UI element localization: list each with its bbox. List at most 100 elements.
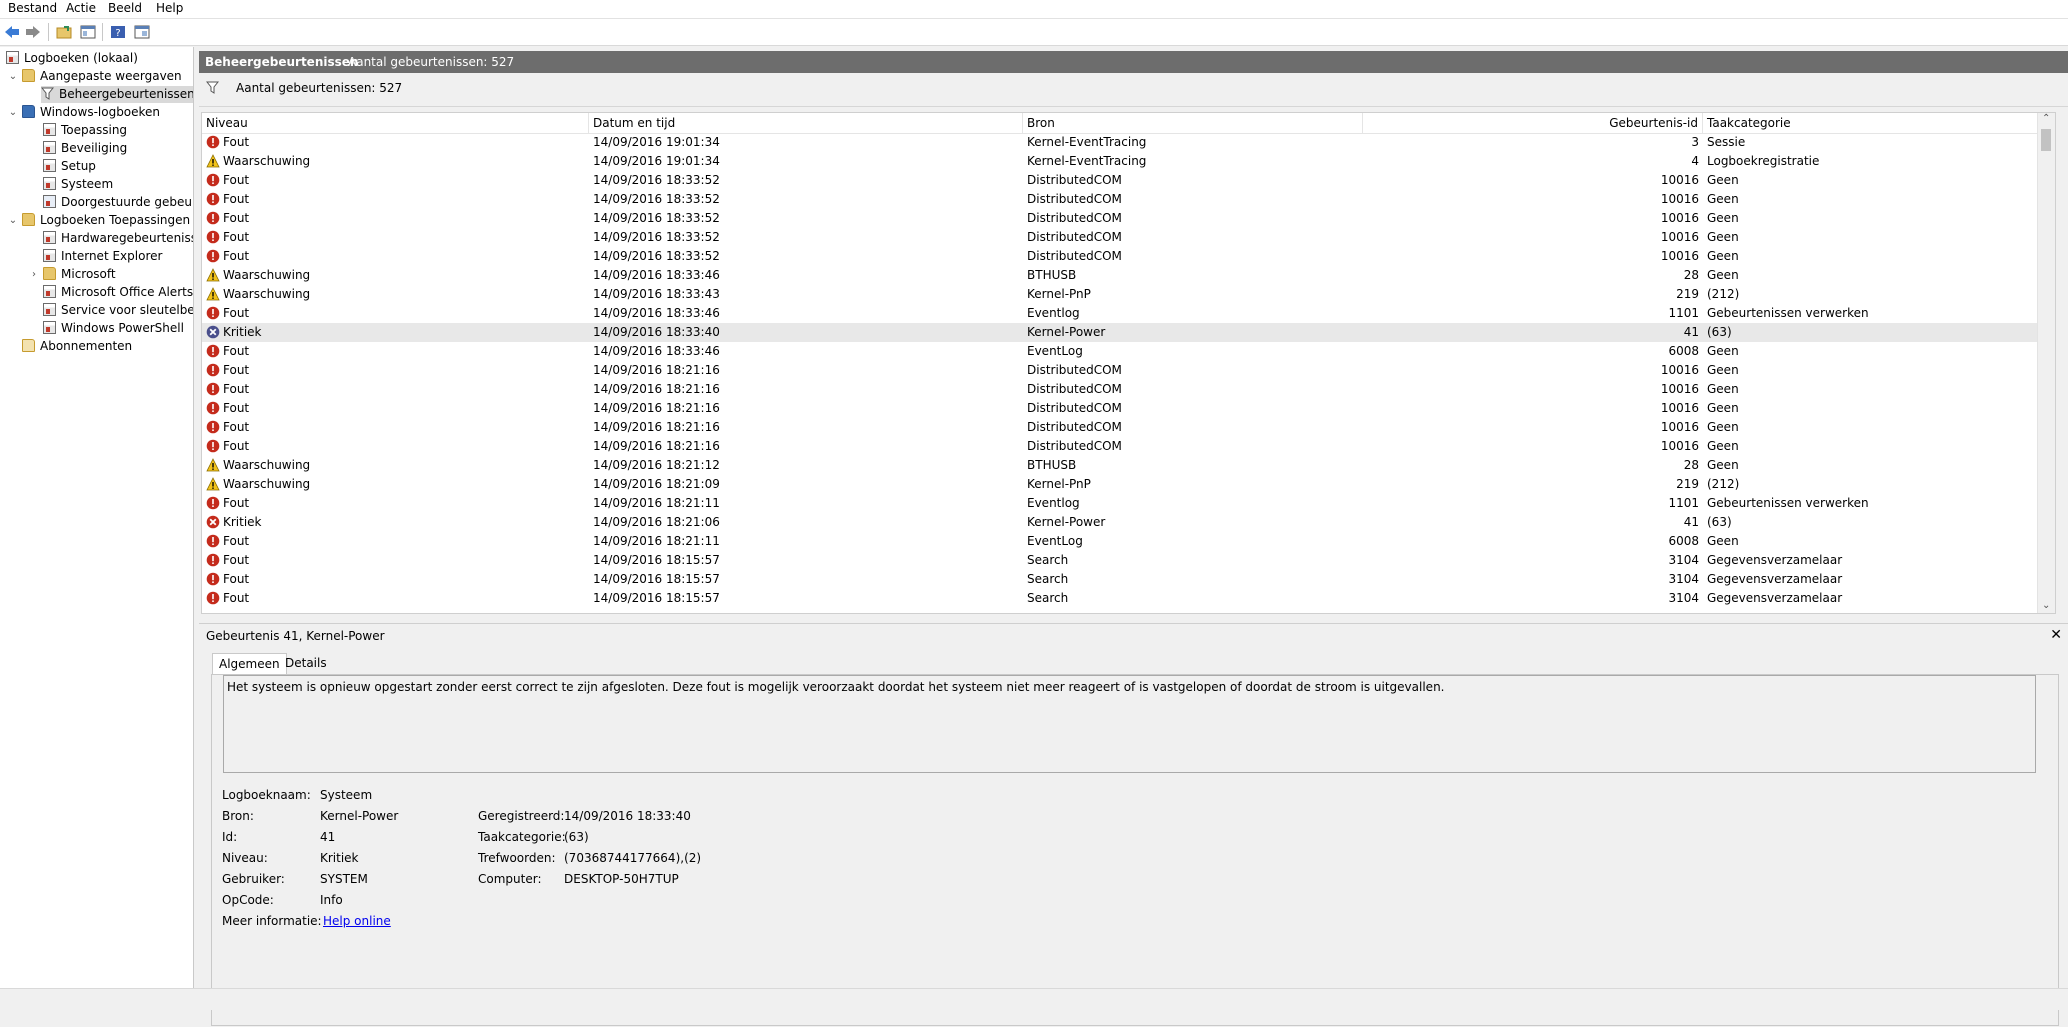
console-view-icon[interactable] bbox=[132, 22, 152, 42]
forward-arrow-icon[interactable] bbox=[23, 22, 43, 42]
tree-item-internet-explorer[interactable]: Internet Explorer bbox=[43, 248, 162, 265]
cell-datetime: 14/09/2016 18:33:43 bbox=[593, 287, 720, 301]
table-row[interactable]: Fout 14/09/2016 18:33:52 DistributedCOM 100… bbox=[202, 209, 2055, 228]
close-icon[interactable]: ✕ bbox=[2050, 627, 2062, 643]
tree-label: Hardwaregebeurtenissen bbox=[61, 231, 193, 245]
tree-item-apps-services[interactable]: ⌄ Logboeken Toepassingen en services bbox=[9, 212, 193, 229]
chevron-down-icon[interactable]: ⌄ bbox=[6, 104, 20, 121]
tree-item-application[interactable]: Toepassing bbox=[43, 122, 127, 139]
table-row[interactable]: Fout 14/09/2016 18:15:57 Search 3104 Gegeven… bbox=[202, 551, 2055, 570]
table-row[interactable]: Waarschuwing 14/09/2016 18:21:09 Kernel-Pn… bbox=[202, 475, 2055, 494]
tree-item-custom-views[interactable]: ⌄ Aangepaste weergaven bbox=[9, 68, 182, 85]
col-header-level[interactable]: Niveau bbox=[202, 113, 589, 133]
col-header-task-category[interactable]: Taakcategorie bbox=[1703, 113, 2038, 133]
scroll-down-icon[interactable]: ⌄ bbox=[2042, 600, 2050, 611]
main-panel: Beheergebeurtenissen Aantal gebeurteniss… bbox=[199, 47, 2068, 1027]
cell-task-category: (212) bbox=[1707, 287, 1740, 301]
cell-event-id: 6008 bbox=[1668, 534, 1699, 548]
scroll-thumb[interactable] bbox=[2041, 129, 2051, 151]
tree-item-security[interactable]: Beveiliging bbox=[43, 140, 127, 157]
cell-datetime: 14/09/2016 18:21:16 bbox=[593, 382, 720, 396]
tree-item-microsoft[interactable]: › Microsoft bbox=[32, 266, 116, 283]
tree-item-hardware[interactable]: Hardwaregebeurtenissen bbox=[43, 230, 193, 247]
table-row[interactable]: Fout 14/09/2016 18:15:57 Search 3104 Gegeven… bbox=[202, 589, 2055, 608]
cell-event-id: 1101 bbox=[1668, 496, 1699, 510]
table-row[interactable]: Fout 14/09/2016 18:21:16 DistributedCOM 100… bbox=[202, 361, 2055, 380]
table-row[interactable]: Waarschuwing 14/09/2016 18:21:12 BTHUSB 28 G… bbox=[202, 456, 2055, 475]
cell-task-category: Geen bbox=[1707, 344, 1739, 358]
table-row[interactable]: Fout 14/09/2016 18:33:52 DistributedCOM 100… bbox=[202, 171, 2055, 190]
table-row[interactable]: Waarschuwing 14/09/2016 19:01:34 Kernel-Ev… bbox=[202, 152, 2055, 171]
back-arrow-icon[interactable] bbox=[2, 22, 22, 42]
table-row[interactable]: Waarschuwing 14/09/2016 18:33:43 Kernel-Pn… bbox=[202, 285, 2055, 304]
chevron-down-icon[interactable]: ⌄ bbox=[6, 212, 20, 229]
cell-level: Waarschuwing bbox=[206, 285, 586, 304]
critical-icon bbox=[206, 325, 220, 339]
menu-help[interactable]: Help bbox=[155, 0, 184, 18]
table-row[interactable]: Fout 14/09/2016 18:33:46 EventLog 6008 Geen bbox=[202, 342, 2055, 361]
table-row[interactable]: Fout 14/09/2016 18:21:16 DistributedCOM 100… bbox=[202, 437, 2055, 456]
menu-bestand[interactable]: Bestand bbox=[7, 0, 58, 18]
table-row[interactable]: Fout 14/09/2016 18:21:11 Eventlog 1101 Gebeu… bbox=[202, 494, 2055, 513]
cell-source: EventLog bbox=[1027, 344, 1083, 358]
cell-level: Fout bbox=[206, 133, 586, 152]
table-row[interactable]: Kritiek 14/09/2016 18:21:06 Kernel-Power 41… bbox=[202, 513, 2055, 532]
tree-item-subscriptions[interactable]: Abonnementen bbox=[22, 338, 132, 355]
table-row[interactable]: Fout 14/09/2016 18:15:57 Search 3104 Gegeven… bbox=[202, 570, 2055, 589]
general-tab-panel: Het systeem is opnieuw opgestart zonder … bbox=[211, 674, 2059, 1026]
cell-level: Fout bbox=[206, 190, 586, 209]
folder-icon bbox=[22, 105, 35, 118]
cell-task-category: (212) bbox=[1707, 477, 1740, 491]
table-row[interactable]: Fout 14/09/2016 18:33:52 DistributedCOM 100… bbox=[202, 247, 2055, 266]
tree-item-admin-events[interactable]: Beheergebeurtenissen bbox=[41, 86, 193, 103]
event-description[interactable]: Het systeem is opnieuw opgestart zonder … bbox=[223, 675, 2036, 773]
menu-beeld[interactable]: Beeld bbox=[107, 0, 143, 18]
tree-item-logs-local[interactable]: Logboeken (lokaal) bbox=[6, 50, 138, 67]
tree-label: Logboeken Toepassingen en services bbox=[40, 213, 193, 227]
table-row[interactable]: Waarschuwing 14/09/2016 18:33:46 BTHUSB 28 G… bbox=[202, 266, 2055, 285]
help-online-link[interactable]: Help online bbox=[323, 914, 391, 928]
cell-task-category: Gebeurtenissen verwerken bbox=[1707, 306, 1869, 320]
table-row[interactable]: Fout 14/09/2016 18:33:52 DistributedCOM 100… bbox=[202, 228, 2055, 247]
table-row[interactable]: Kritiek 14/09/2016 18:33:40 Kernel-Power 41… bbox=[202, 323, 2055, 342]
cell-datetime: 14/09/2016 18:21:06 bbox=[593, 515, 720, 529]
help-icon[interactable]: ? bbox=[108, 22, 128, 42]
cell-task-category: Logboekregistratie bbox=[1707, 154, 1820, 168]
cell-level: Fout bbox=[206, 304, 586, 323]
chevron-right-icon[interactable]: › bbox=[27, 266, 41, 283]
tree-item-key-management[interactable]: Service voor sleutelbeheer bbox=[43, 302, 193, 319]
grid-vertical-scrollbar[interactable]: ⌃ ⌄ bbox=[2037, 113, 2055, 613]
chevron-down-icon[interactable]: ⌄ bbox=[6, 68, 20, 85]
cell-source: Kernel-Power bbox=[1027, 325, 1106, 339]
open-folder-icon[interactable] bbox=[54, 22, 74, 42]
table-row[interactable]: Fout 14/09/2016 18:21:11 EventLog 6008 Geen bbox=[202, 532, 2055, 551]
table-row[interactable]: Fout 14/09/2016 18:21:16 DistributedCOM 100… bbox=[202, 399, 2055, 418]
tab-details[interactable]: Details bbox=[279, 653, 333, 674]
tree-item-powershell[interactable]: Windows PowerShell bbox=[43, 320, 184, 337]
tab-general[interactable]: Algemeen bbox=[212, 653, 287, 674]
properties-icon[interactable] bbox=[78, 22, 98, 42]
prop-value-computer: DESKTOP-50H7TUP bbox=[564, 872, 679, 886]
menu-actie[interactable]: Actie bbox=[65, 0, 97, 18]
col-header-datetime[interactable]: Datum en tijd bbox=[589, 113, 1023, 133]
tree-item-system[interactable]: Systeem bbox=[43, 176, 113, 193]
error-icon bbox=[206, 439, 220, 453]
table-row[interactable]: Fout 14/09/2016 19:01:34 Kernel-EventTraci… bbox=[202, 133, 2055, 152]
cell-level: Fout bbox=[206, 342, 586, 361]
cell-event-id: 10016 bbox=[1660, 363, 1699, 377]
menu-bar: Bestand Actie Beeld Help bbox=[0, 0, 2068, 19]
level-text: Waarschuwing bbox=[223, 287, 311, 301]
col-header-source[interactable]: Bron bbox=[1023, 113, 1363, 133]
table-row[interactable]: Fout 14/09/2016 18:21:16 DistributedCOM 100… bbox=[202, 418, 2055, 437]
table-row[interactable]: Fout 14/09/2016 18:33:52 DistributedCOM 100… bbox=[202, 190, 2055, 209]
scroll-up-icon[interactable]: ⌃ bbox=[2042, 113, 2050, 124]
cell-source: BTHUSB bbox=[1027, 268, 1077, 282]
tree-item-forwarded[interactable]: Doorgestuurde gebeurtenissen bbox=[43, 194, 193, 211]
table-row[interactable]: Fout 14/09/2016 18:33:46 Eventlog 1101 Gebeu… bbox=[202, 304, 2055, 323]
tree-item-setup[interactable]: Setup bbox=[43, 158, 96, 175]
col-header-event-id[interactable]: Gebeurtenis-id bbox=[1363, 113, 1703, 133]
table-row[interactable]: Fout 14/09/2016 18:21:16 DistributedCOM 100… bbox=[202, 380, 2055, 399]
tree-item-windows-logs[interactable]: ⌄ Windows-logboeken bbox=[9, 104, 160, 121]
cell-event-id: 10016 bbox=[1660, 420, 1699, 434]
tree-item-office-alerts[interactable]: Microsoft Office Alerts bbox=[43, 284, 193, 301]
